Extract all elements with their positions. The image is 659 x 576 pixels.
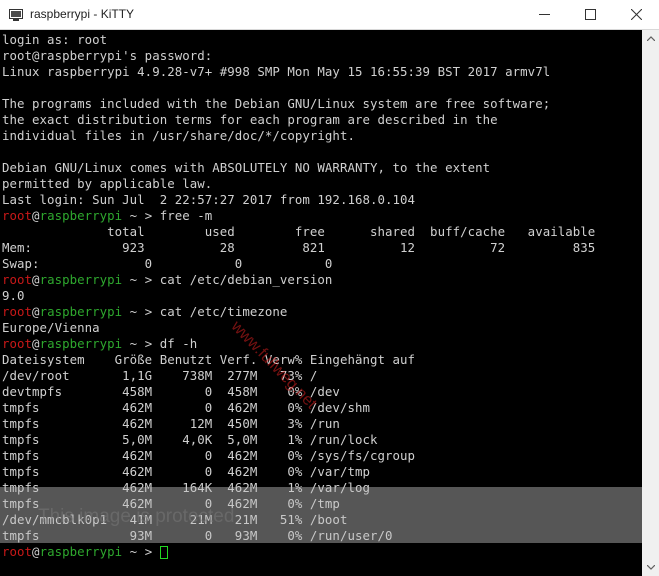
close-icon bbox=[630, 9, 642, 20]
title-bar[interactable]: raspberrypi - KiTTY bbox=[0, 0, 659, 30]
output-line: Swap: 0 0 0 bbox=[2, 256, 333, 271]
output-line: total used free shared buff/cache availa… bbox=[2, 224, 596, 239]
prompt-at: @ bbox=[32, 336, 40, 351]
prompt-user: root bbox=[2, 544, 33, 559]
prompt-line: root@raspberrypi ~ > free -m bbox=[2, 208, 212, 224]
prompt-user: root bbox=[2, 208, 33, 223]
prompt-at: @ bbox=[32, 304, 40, 319]
close-button[interactable] bbox=[613, 0, 659, 29]
prompt-host: raspberrypi bbox=[39, 544, 123, 559]
terminal-output[interactable]: login as: root root@raspberrypi's passwor… bbox=[0, 30, 642, 576]
prompt-host: raspberrypi bbox=[39, 336, 123, 351]
output-line: tmpfs 462M 12M 450M 3% /run bbox=[2, 416, 340, 431]
prompt-line: root@raspberrypi ~ > cat /etc/debian_ver… bbox=[2, 272, 332, 288]
prompt-command: ~ > free -m bbox=[122, 208, 213, 223]
output-line: permitted by applicable law. bbox=[2, 176, 213, 191]
scroll-up-button[interactable] bbox=[642, 30, 659, 47]
scroll-up-icon bbox=[646, 36, 655, 41]
vertical-scrollbar[interactable] bbox=[642, 30, 659, 576]
prompt-user: root bbox=[2, 336, 33, 351]
prompt-at: @ bbox=[32, 544, 40, 559]
text-cursor[interactable] bbox=[159, 546, 168, 559]
prompt-line: root@raspberrypi ~ > df -h bbox=[2, 336, 197, 352]
output-line: 9.0 bbox=[2, 288, 25, 303]
output-line: tmpfs 462M 0 462M 0% /sys/fs/cgroup bbox=[2, 448, 416, 463]
output-line: the exact distribution terms for each pr… bbox=[2, 112, 498, 127]
prompt-user: root bbox=[2, 304, 33, 319]
output-line: Europe/Vienna bbox=[2, 320, 100, 335]
prompt-command: ~ > bbox=[122, 544, 160, 559]
prompt-host: raspberrypi bbox=[39, 208, 123, 223]
output-line: Debian GNU/Linux comes with ABSOLUTELY N… bbox=[2, 160, 491, 175]
protection-overlay-text: This image is protected bbox=[38, 506, 235, 527]
prompt-line: root@raspberrypi ~ > cat /etc/timezone bbox=[2, 304, 287, 320]
scroll-down-button[interactable] bbox=[642, 559, 659, 576]
output-line: Linux raspberrypi 4.9.28-v7+ #998 SMP Mo… bbox=[2, 64, 551, 79]
maximize-button[interactable] bbox=[567, 0, 613, 29]
prompt-at: @ bbox=[32, 272, 40, 287]
output-line: root@raspberrypi's password: bbox=[2, 48, 213, 63]
prompt-command: ~ > cat /etc/timezone bbox=[122, 304, 288, 319]
prompt-user: root bbox=[2, 272, 33, 287]
output-line: The programs included with the Debian GN… bbox=[2, 96, 551, 111]
prompt-command: ~ > cat /etc/debian_version bbox=[122, 272, 333, 287]
maximize-icon bbox=[584, 9, 596, 20]
output-line: tmpfs 462M 164K 462M 1% /var/log bbox=[2, 480, 370, 495]
output-line: Mem: 923 28 821 12 72 835 bbox=[2, 240, 596, 255]
output-line: Dateisystem Größe Benutzt Verf. Verw% Ei… bbox=[2, 352, 416, 367]
minimize-icon bbox=[538, 14, 550, 15]
window-title: raspberrypi - KiTTY bbox=[30, 7, 135, 21]
minimize-button[interactable] bbox=[521, 0, 567, 29]
prompt-line: root@raspberrypi ~ > bbox=[2, 544, 168, 560]
output-line: individual files in /usr/share/doc/*/cop… bbox=[2, 128, 355, 143]
prompt-at: @ bbox=[32, 208, 40, 223]
scroll-down-icon bbox=[646, 565, 655, 570]
output-line: tmpfs 5,0M 4,0K 5,0M 1% /run/lock bbox=[2, 432, 378, 447]
monitor-icon[interactable] bbox=[9, 7, 23, 21]
output-line: login as: root bbox=[2, 32, 108, 47]
prompt-host: raspberrypi bbox=[39, 272, 123, 287]
output-line: tmpfs 93M 0 93M 0% /run/user/0 bbox=[2, 528, 393, 543]
output-line: Last login: Sun Jul 2 22:57:27 2017 from… bbox=[2, 192, 416, 207]
prompt-host: raspberrypi bbox=[39, 304, 123, 319]
output-line: tmpfs 462M 0 462M 0% /var/tmp bbox=[2, 464, 370, 479]
prompt-command: ~ > df -h bbox=[122, 336, 198, 351]
